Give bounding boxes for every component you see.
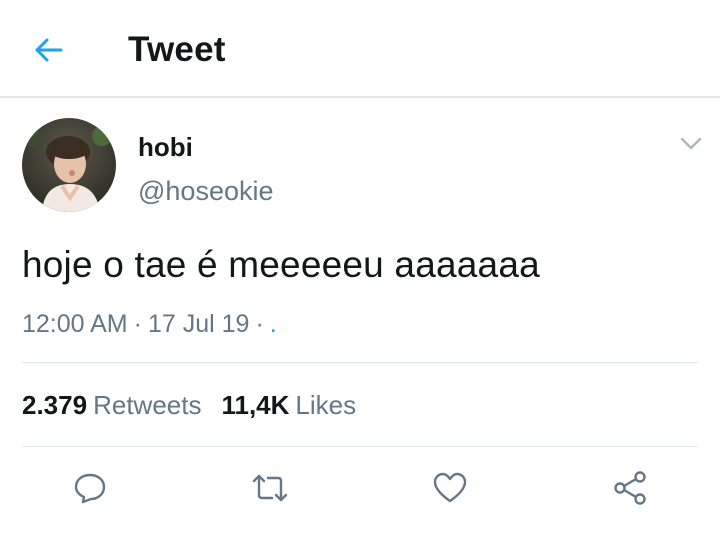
likes-label: Likes bbox=[295, 390, 357, 420]
avatar[interactable] bbox=[22, 118, 116, 212]
tweet-date: 17 Jul 19 bbox=[147, 310, 250, 338]
divider bbox=[22, 362, 698, 363]
back-button[interactable] bbox=[28, 30, 68, 70]
likes-count: 11,4K bbox=[221, 390, 290, 420]
likes-stat[interactable]: 11,4K Likes bbox=[221, 390, 356, 420]
reply-button[interactable] bbox=[70, 468, 110, 508]
tweet-menu-button[interactable] bbox=[676, 132, 706, 156]
app-header: Tweet bbox=[0, 0, 720, 98]
page-title: Tweet bbox=[128, 30, 226, 69]
divider bbox=[22, 446, 698, 447]
tweet-source-link[interactable]: . bbox=[270, 310, 277, 338]
tweet-time: 12:00 AM bbox=[22, 310, 128, 338]
reply-icon bbox=[74, 473, 106, 504]
like-button[interactable] bbox=[430, 468, 470, 508]
share-button[interactable] bbox=[610, 468, 650, 508]
tweet-meta: 12:00 AM · 17 Jul 19 ·. bbox=[22, 310, 277, 339]
retweet-icon bbox=[252, 474, 288, 502]
arrow-left-icon bbox=[35, 38, 63, 62]
tweet-detail-screen: Tweet hobi @hoseokie hoje o tae é meeeee… bbox=[0, 0, 720, 534]
author-handle[interactable]: @hoseokie bbox=[138, 176, 274, 207]
heart-icon bbox=[433, 472, 467, 503]
retweets-label: Retweets bbox=[93, 390, 202, 420]
tweet-stats: 2.379 Retweets 11,4K Likes bbox=[22, 390, 356, 421]
retweets-count: 2.379 bbox=[22, 390, 88, 420]
author-name[interactable]: hobi bbox=[138, 132, 193, 163]
tweet-text: hoje o tae é meeeeeu aaaaaaa bbox=[22, 244, 540, 285]
chevron-down-icon bbox=[680, 137, 702, 150]
separator-dot: · bbox=[255, 310, 264, 338]
profile-photo bbox=[22, 118, 116, 212]
retweet-button[interactable] bbox=[250, 468, 290, 508]
separator-dot: · bbox=[133, 310, 142, 338]
retweets-stat[interactable]: 2.379 Retweets bbox=[22, 390, 201, 420]
share-icon bbox=[614, 471, 646, 505]
